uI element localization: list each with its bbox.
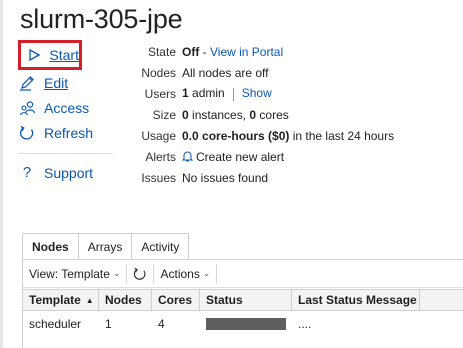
nodes-table: Template ▲ Nodes Cores Status Last Status… <box>23 289 463 337</box>
size-row: Size 0 instances, 0 cores <box>120 104 394 125</box>
column-header-last-status-message[interactable]: Last Status Message <box>292 290 420 310</box>
column-header-template[interactable]: Template ▲ <box>23 290 99 310</box>
issues-row: Issues No issues found <box>120 167 394 188</box>
users-divider <box>232 87 234 101</box>
users-row: Users 1 admin Show <box>120 83 394 104</box>
people-icon <box>18 99 36 117</box>
usage-suffix: in the last 24 hours <box>289 128 395 143</box>
state-row: State Off - View in Portal <box>120 41 394 62</box>
play-icon <box>27 46 41 64</box>
view-dropdown[interactable]: View: Template ⌄ <box>23 260 126 288</box>
nodes-row: Nodes All nodes are off <box>120 62 394 83</box>
view-in-portal-link[interactable]: View in Portal <box>210 45 283 59</box>
nodes-value: All nodes are off <box>182 65 269 80</box>
bell-icon <box>181 151 194 161</box>
support-button[interactable]: ? Support <box>18 160 113 185</box>
table-row[interactable]: scheduler 1 4 .... <box>23 311 463 337</box>
cluster-actions: Start Edit Access Refresh ? Support <box>18 40 113 185</box>
support-label: Support <box>44 164 94 181</box>
column-header-status[interactable]: Status <box>200 290 292 310</box>
cell-status <box>200 311 292 337</box>
chevron-down-icon: ⌄ <box>112 268 121 278</box>
refresh-grid-button[interactable] <box>127 260 153 288</box>
access-button[interactable]: Access <box>18 95 113 120</box>
view-label: View: Template <box>29 266 110 281</box>
actions-dropdown[interactable]: Actions ⌄ <box>154 260 216 288</box>
start-label: Start <box>49 47 79 63</box>
tab-nodes[interactable]: Nodes <box>22 233 79 260</box>
alerts-row: Alerts Create new alert <box>120 146 394 167</box>
chevron-down-icon: ⌄ <box>202 268 211 278</box>
users-count: 1 <box>182 86 189 101</box>
column-template-label: Template <box>29 293 81 307</box>
refresh-button[interactable]: Refresh <box>18 120 113 145</box>
issues-label: Issues <box>141 170 176 185</box>
refresh-icon <box>134 267 146 280</box>
users-unit: admin <box>188 86 225 101</box>
refresh-icon <box>18 124 36 142</box>
show-users-link[interactable]: Show <box>242 86 272 100</box>
cell-last-status-message: .... <box>298 317 312 331</box>
state-label: State <box>147 44 176 59</box>
state-separator: - <box>199 44 210 59</box>
grid-toolbar: View: Template ⌄ Actions ⌄ <box>23 260 463 288</box>
refresh-label: Refresh <box>44 124 94 141</box>
create-alert-label: Create new alert <box>196 149 285 164</box>
tab-bar: Nodes Arrays Activity <box>22 233 190 260</box>
table-header: Template ▲ Nodes Cores Status Last Status… <box>23 289 463 311</box>
actions-label: Actions <box>160 266 200 281</box>
usage-value: 0.0 core-hours ($0) <box>182 128 290 143</box>
left-border <box>0 0 3 348</box>
cell-cores: 4 <box>158 317 165 331</box>
tab-activity[interactable]: Activity <box>131 233 190 260</box>
tab-arrays[interactable]: Arrays <box>77 233 133 260</box>
size-instances-unit: instances, <box>188 107 250 122</box>
cell-template: scheduler <box>29 317 82 331</box>
users-label: Users <box>144 86 176 101</box>
create-alert-link[interactable]: Create new alert <box>181 149 285 164</box>
column-header-nodes[interactable]: Nodes <box>99 290 152 310</box>
cell-nodes: 1 <box>105 317 112 331</box>
size-cores-unit: cores <box>256 107 289 122</box>
toolbar-divider <box>216 263 218 284</box>
edit-button[interactable]: Edit <box>18 70 113 95</box>
usage-row: Usage 0.0 core-hours ($0) in the last 24… <box>120 125 394 146</box>
nodes-label: Nodes <box>141 65 176 80</box>
page-title: slurm-305-jpe <box>20 4 183 34</box>
column-header-cores[interactable]: Cores <box>152 290 200 310</box>
edit-label: Edit <box>44 74 69 91</box>
actions-divider <box>18 153 113 154</box>
size-instances: 0 <box>182 107 189 122</box>
question-icon: ? <box>22 164 32 181</box>
state-value: Off <box>182 44 200 59</box>
size-label: Size <box>152 107 176 122</box>
pencil-icon <box>18 74 36 92</box>
status-bar <box>206 318 286 330</box>
usage-label: Usage <box>141 128 176 143</box>
issues-value: No issues found <box>182 170 269 185</box>
cluster-info: State Off - View in Portal Nodes All nod… <box>120 41 394 188</box>
sort-ascending-icon: ▲ <box>85 295 94 305</box>
alerts-label: Alerts <box>145 149 176 164</box>
access-label: Access <box>44 99 90 116</box>
start-button[interactable]: Start <box>18 40 82 70</box>
